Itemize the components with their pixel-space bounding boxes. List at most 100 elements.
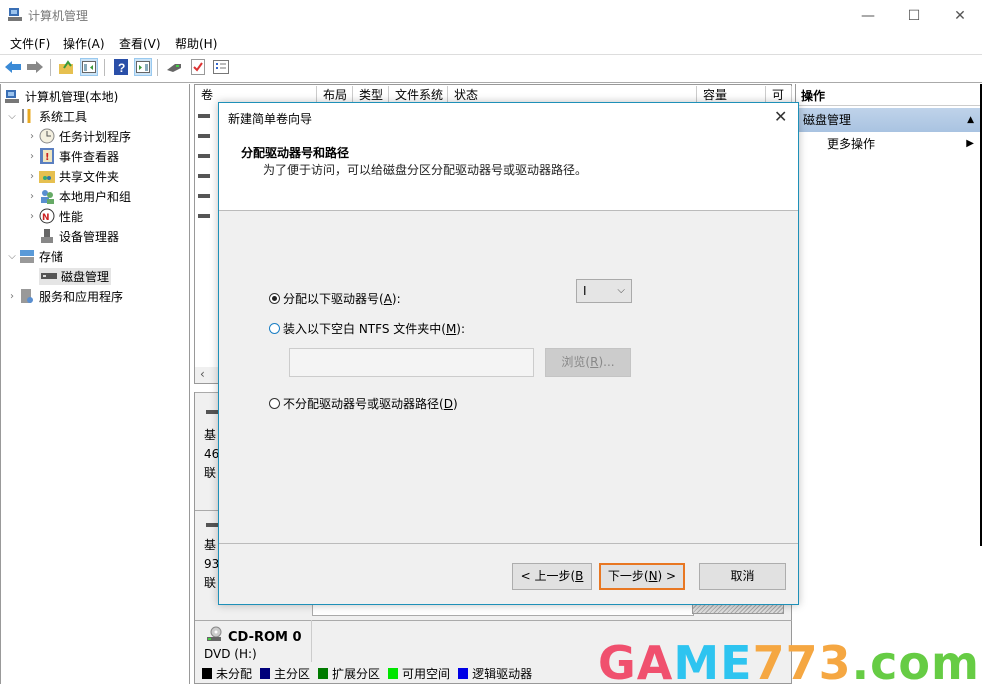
back-button[interactable]: < 上一步(B [512, 563, 592, 590]
disk-2-type: 基 [204, 538, 217, 552]
radio-button[interactable] [269, 323, 280, 334]
up-folder-icon[interactable] [57, 58, 75, 76]
event-viewer-icon: ! [39, 148, 55, 164]
tree-item-task-scheduler[interactable]: › 任务计划程序 [5, 126, 131, 146]
actions-more[interactable]: 更多操作 ▶ [797, 134, 980, 154]
chevron-right-icon[interactable]: › [25, 151, 39, 162]
volume-icon [198, 174, 210, 178]
actions-header: 操作 [795, 86, 980, 106]
minimize-button[interactable]: — [845, 0, 891, 31]
option-label: 装入以下空白 NTFS 文件夹中(M): [283, 322, 466, 336]
selected-highlight: 磁盘管理 [39, 267, 112, 285]
tree-item-label: 共享文件夹 [59, 169, 120, 184]
chevron-right-icon[interactable]: › [25, 191, 39, 202]
tree-item-label: 计算机管理(本地) [25, 89, 119, 104]
menu-view[interactable]: 查看(V) [119, 35, 161, 52]
chevron-down-icon: ⌵ [617, 285, 625, 296]
title-bar [0, 0, 982, 31]
cdrom-name: CD-ROM 0 [228, 630, 302, 645]
tree-item-label: 设备管理器 [59, 229, 120, 244]
tree-item-computer-management[interactable]: 计算机管理(本地) [5, 86, 131, 106]
tree-item-label: 存储 [39, 249, 64, 264]
radio-button[interactable] [269, 398, 280, 409]
users-icon [39, 188, 55, 204]
chevron-right-icon[interactable]: › [5, 291, 19, 302]
dialog-title: 新建简单卷向导 [228, 112, 313, 126]
drive-letter-value: I [583, 284, 587, 298]
watermark-com: .com [851, 636, 980, 690]
radio-no-drive-letter[interactable]: 不分配驱动器号或驱动器路径(D) [269, 395, 458, 412]
show-hide-tree-icon[interactable] [80, 58, 98, 76]
cdrom-drive: DVD (H:) [204, 647, 257, 661]
toolbar-separator [157, 59, 158, 76]
disk-1-info: 基 46 联 [204, 426, 219, 483]
tree-item-shared-folders[interactable]: › 共享文件夹 [5, 166, 131, 186]
chevron-right-icon[interactable]: › [25, 171, 39, 182]
footer-divider [219, 543, 798, 544]
help-icon[interactable]: ? [112, 58, 130, 76]
tools-icon [19, 108, 35, 124]
storage-icon [19, 248, 35, 264]
checklist-icon[interactable] [189, 58, 207, 76]
cancel-button[interactable]: 取消 [699, 563, 786, 590]
browse-button[interactable]: 浏览(R)... [545, 348, 631, 377]
disk-2-size: 93 [204, 557, 220, 571]
divider [311, 620, 312, 662]
close-button[interactable]: ✕ [937, 0, 982, 31]
chevron-down-icon[interactable]: ⌵ [5, 251, 19, 262]
properties-icon[interactable] [212, 58, 230, 76]
legend-swatch [388, 667, 399, 679]
wizard-page-heading: 分配驱动器号和路径 [241, 146, 350, 160]
tree-item-device-manager[interactable]: 设备管理器 [5, 226, 131, 246]
forward-arrow-icon[interactable] [26, 58, 44, 76]
maximize-button[interactable]: ☐ [891, 0, 937, 31]
unallocated-block[interactable] [692, 605, 784, 614]
collapse-up-icon[interactable]: ▲ [967, 108, 974, 132]
chevron-right-icon[interactable]: › [25, 211, 39, 222]
menu-help[interactable]: 帮助(H) [175, 35, 217, 52]
back-arrow-icon[interactable] [4, 58, 22, 76]
svg-text:?: ? [118, 61, 125, 75]
tree-item-disk-management[interactable]: 磁盘管理 [5, 266, 131, 286]
scroll-left-icon[interactable]: ‹ [200, 367, 205, 381]
chevron-down-icon[interactable]: ⌵ [5, 111, 19, 122]
submenu-arrow-icon: ▶ [966, 138, 974, 149]
chevron-right-icon[interactable]: › [25, 131, 39, 142]
tree-item-performance[interactable]: › N 性能 [5, 206, 131, 226]
disk-1-status: 联 [204, 466, 217, 480]
drive-letter-select[interactable]: I ⌵ [576, 279, 632, 303]
svg-text:!: ! [45, 152, 50, 163]
radio-assign-drive-letter[interactable]: 分配以下驱动器号(A): [269, 290, 401, 307]
tree-item-event-viewer[interactable]: › ! 事件查看器 [5, 146, 131, 166]
toolbar-separator [104, 59, 105, 76]
legend-label: 未分配 [216, 666, 253, 681]
shared-folder-icon [39, 168, 55, 184]
disk-1-type: 基 [204, 428, 217, 442]
show-hide-action-pane-icon[interactable] [134, 58, 152, 76]
next-button[interactable]: 下一步(N) > [599, 563, 685, 590]
tree-item-local-users-groups[interactable]: › 本地用户和组 [5, 186, 131, 206]
radio-button-checked[interactable] [269, 293, 280, 304]
volume-icon [198, 214, 210, 218]
tree-item-services-applications[interactable]: › 服务和应用程序 [5, 286, 131, 306]
actions-disk-management[interactable]: 磁盘管理 ▲ [797, 108, 980, 132]
legend-label: 主分区 [274, 666, 311, 681]
legend-label: 逻辑驱动器 [472, 666, 533, 681]
watermark-773: 773 [752, 636, 852, 690]
menu-action[interactable]: 操作(A) [63, 35, 105, 52]
disk-icon[interactable] [165, 58, 183, 76]
volume-icon [198, 134, 210, 138]
tree-item-storage[interactable]: ⌵ 存储 [5, 246, 131, 266]
folder-path-input[interactable] [289, 348, 534, 377]
tree-item-label: 本地用户和组 [59, 189, 132, 204]
close-icon: ✕ [954, 7, 966, 24]
dialog-close-button[interactable]: ✕ [774, 107, 787, 126]
computer-management-icon [5, 88, 21, 104]
tree-item-system-tools[interactable]: ⌵ 系统工具 [5, 106, 131, 126]
menu-file[interactable]: 文件(F) [10, 35, 50, 52]
window-title: 计算机管理 [28, 9, 89, 23]
tree-item-label: 服务和应用程序 [39, 289, 124, 304]
radio-mount-ntfs-folder[interactable]: 装入以下空白 NTFS 文件夹中(M): [269, 320, 465, 337]
partition-block[interactable] [312, 605, 694, 616]
option-label: 不分配驱动器号或驱动器路径(D) [283, 397, 458, 411]
